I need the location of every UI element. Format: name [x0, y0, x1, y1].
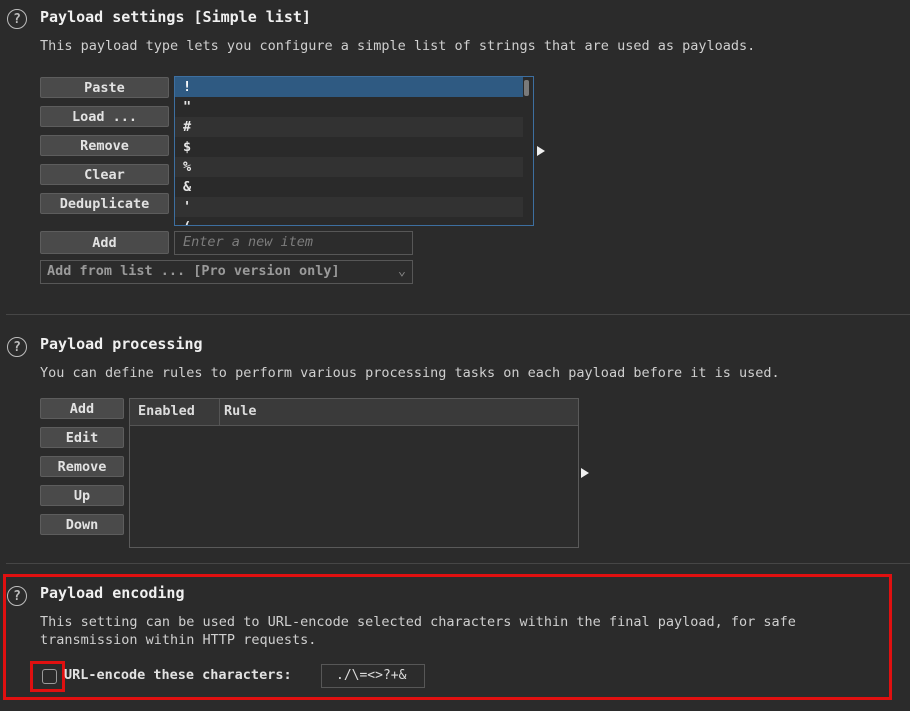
column-enabled[interactable]: Enabled [130, 399, 220, 425]
rules-table[interactable]: Enabled Rule [129, 398, 579, 548]
up-rule-button[interactable]: Up [40, 485, 124, 506]
description-line: transmission within HTTP requests. [40, 632, 317, 648]
payload-encoding-title: Payload encoding [40, 584, 185, 602]
payload-list[interactable]: ! " # $ % & ' ( [174, 76, 534, 226]
help-icon[interactable]: ? [7, 9, 27, 29]
section-divider [6, 563, 910, 564]
expand-arrow-icon[interactable] [537, 146, 545, 156]
payload-encoding-description: This setting can be used to URL-encode s… [40, 613, 796, 649]
add-from-list-label: Add from list ... [Pro version only] [47, 263, 340, 279]
list-item[interactable]: & [175, 177, 523, 197]
clear-button[interactable]: Clear [40, 164, 169, 185]
list-scrollbar[interactable] [524, 80, 529, 96]
load-button[interactable]: Load ... [40, 106, 169, 127]
payload-settings-title: Payload settings [Simple list] [40, 8, 311, 26]
list-item[interactable]: ! [175, 77, 523, 97]
help-icon[interactable]: ? [7, 586, 27, 606]
list-item[interactable]: # [175, 117, 523, 137]
expand-arrow-icon[interactable] [581, 468, 589, 478]
section-divider [6, 314, 910, 315]
remove-button[interactable]: Remove [40, 135, 169, 156]
list-item[interactable]: ' [175, 197, 523, 217]
list-item[interactable]: $ [175, 137, 523, 157]
add-item-button[interactable]: Add [40, 231, 169, 254]
list-item[interactable]: " [175, 97, 523, 117]
paste-button[interactable]: Paste [40, 77, 169, 98]
rules-table-header: Enabled Rule [130, 399, 578, 426]
new-item-input[interactable]: Enter a new item [174, 231, 413, 255]
remove-rule-button[interactable]: Remove [40, 456, 124, 477]
payload-processing-description: You can define rules to perform various … [40, 365, 780, 381]
deduplicate-button[interactable]: Deduplicate [40, 193, 169, 214]
add-rule-button[interactable]: Add [40, 398, 124, 419]
edit-rule-button[interactable]: Edit [40, 427, 124, 448]
chevron-down-icon: ⌄ [397, 263, 406, 279]
url-encode-label[interactable]: URL-encode these characters: [64, 667, 292, 683]
description-line: This setting can be used to URL-encode s… [40, 614, 796, 630]
help-icon[interactable]: ? [7, 337, 27, 357]
payload-processing-title: Payload processing [40, 335, 203, 353]
url-encode-checkbox[interactable] [42, 669, 57, 684]
column-rule[interactable]: Rule [220, 399, 420, 425]
add-from-list-select[interactable]: Add from list ... [Pro version only] ⌄ [40, 260, 413, 284]
payload-settings-description: This payload type lets you configure a s… [40, 38, 756, 54]
url-encode-characters-input[interactable]: ./\=<>?+& [321, 664, 425, 688]
down-rule-button[interactable]: Down [40, 514, 124, 535]
list-item[interactable]: % [175, 157, 523, 177]
list-item[interactable]: ( [175, 217, 523, 225]
